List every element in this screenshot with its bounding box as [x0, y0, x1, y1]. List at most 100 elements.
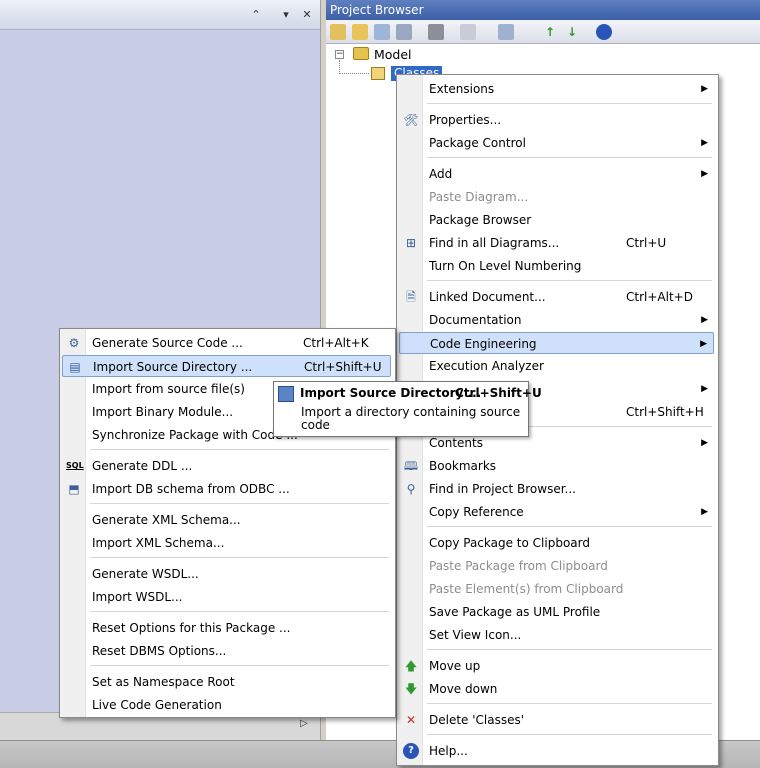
find-diagrams-icon: ⊞	[405, 236, 417, 250]
menu-item-label: Import Source Directory ...	[93, 360, 253, 374]
play-icon[interactable]: ▷	[300, 718, 308, 729]
tooltip-description: Import a directory containing source cod…	[301, 405, 521, 432]
menu-item-label: Set as Namespace Root	[92, 675, 235, 689]
menu-item-label: Code Engineering	[430, 337, 537, 351]
binoculars-icon: ⚲	[406, 482, 416, 496]
submenu-arrow-icon: ▶	[700, 339, 707, 349]
menu-item-label: Documentation	[429, 313, 522, 327]
menu-item-label: Set View Icon...	[429, 628, 522, 642]
menu-item-shortcut: Ctrl+Shift+H	[626, 405, 704, 419]
menu-item-move-down[interactable]: 🡇 Move down	[399, 678, 714, 700]
submenu-arrow-icon: ▶	[701, 315, 708, 325]
menu-item-shortcut: Ctrl+Alt+D	[626, 290, 693, 304]
close-icon[interactable]: ✕	[300, 8, 314, 22]
menu-item-generate-wsdl[interactable]: Generate WSDL...	[62, 563, 391, 585]
menu-item-code-engineering[interactable]: Code Engineering ▶	[399, 332, 714, 354]
menu-separator	[427, 649, 712, 650]
tree-line	[339, 73, 369, 74]
menu-item-execution-analyzer[interactable]: Execution Analyzer	[399, 355, 714, 377]
menu-item-label: Import Binary Module...	[92, 405, 234, 419]
collapse-icon[interactable]: ⌃	[249, 8, 263, 22]
menu-item-set-view-icon[interactable]: Set View Icon...	[399, 624, 714, 646]
menu-separator	[90, 611, 389, 612]
tree-node-model[interactable]: Model	[374, 47, 412, 62]
tree-line	[339, 60, 340, 74]
menu-item-label: Paste Diagram...	[429, 190, 529, 204]
menu-item-add[interactable]: Add ▶	[399, 163, 714, 185]
submenu-arrow-icon: ▶	[701, 438, 708, 448]
linked-document-icon: 🗎	[406, 290, 416, 304]
menu-item-properties[interactable]: 🛠 Properties...	[399, 109, 714, 131]
bookmarks-icon: 🕮	[403, 459, 419, 473]
down-arrow-icon: 🡇	[404, 682, 418, 696]
menu-item-import-wsdl[interactable]: Import WSDL...	[62, 586, 391, 608]
menu-item-label: Import XML Schema...	[92, 536, 225, 550]
menu-item-reset-dbms-options[interactable]: Reset DBMS Options...	[62, 640, 391, 662]
sql-icon: SQL	[66, 461, 84, 470]
submenu-arrow-icon: ▶	[701, 138, 708, 148]
menu-item-turn-on-level-numbering[interactable]: Turn On Level Numbering	[399, 255, 714, 277]
menu-item-import-source-directory[interactable]: ▤ Import Source Directory ... Ctrl+Shift+U	[62, 355, 391, 377]
help-icon: ?	[403, 743, 419, 759]
menu-item-bookmarks[interactable]: 🕮 Bookmarks	[399, 455, 714, 477]
menu-item-label: Find in Project Browser...	[429, 482, 576, 496]
menu-item-label: Package Browser	[429, 213, 532, 227]
generate-code-icon: ⚙	[68, 336, 80, 350]
menu-item-delete-classes[interactable]: ✕ Delete 'Classes'	[399, 709, 714, 731]
tooltip-shortcut: Ctrl+Shift+U	[455, 386, 542, 400]
menu-item-label: Extensions	[429, 82, 495, 96]
menu-item-label: Generate Source Code ...	[92, 336, 243, 350]
properties-icon: 🛠	[403, 113, 419, 127]
menu-item-paste-element-s-from-clipboard: Paste Element(s) from Clipboard	[399, 578, 714, 600]
menu-separator	[427, 703, 712, 704]
package-icon	[371, 67, 385, 80]
menu-item-help[interactable]: ? Help...	[399, 740, 714, 762]
tooltip: Import Source Directory ... Ctrl+Shift+U…	[273, 381, 542, 437]
menu-item-label: Turn On Level Numbering	[429, 259, 582, 273]
menu-item-generate-xml-schema[interactable]: Generate XML Schema...	[62, 509, 391, 531]
menu-item-label: Copy Package to Clipboard	[429, 536, 590, 550]
menu-item-import-db-schema-from-odbc[interactable]: ⬒ Import DB schema from ODBC ...	[62, 478, 391, 500]
tree-expander[interactable]: −	[335, 50, 344, 59]
menu-item-set-as-namespace-root[interactable]: Set as Namespace Root	[62, 671, 391, 693]
dropdown-icon[interactable]: ▾	[279, 8, 293, 22]
menu-item-reset-options-for-this-package[interactable]: Reset Options for this Package ...	[62, 617, 391, 639]
menu-item-label: Reset Options for this Package ...	[92, 621, 291, 635]
menu-item-label: Import WSDL...	[92, 590, 183, 604]
menu-item-import-xml-schema[interactable]: Import XML Schema...	[62, 532, 391, 554]
menu-item-package-control[interactable]: Package Control ▶	[399, 132, 714, 154]
menu-item-label: Execution Analyzer	[429, 359, 544, 373]
db-import-icon: ⬒	[68, 482, 80, 496]
menu-item-find-in-all-diagrams[interactable]: ⊞ Find in all Diagrams... Ctrl+U	[399, 232, 714, 254]
submenu-arrow-icon: ▶	[701, 169, 708, 179]
menu-item-label: Reset DBMS Options...	[92, 644, 227, 658]
menu-item-label: Generate XML Schema...	[92, 513, 241, 527]
menu-item-label: Import DB schema from ODBC ...	[92, 482, 290, 496]
menu-item-find-in-project-browser[interactable]: ⚲ Find in Project Browser...	[399, 478, 714, 500]
menu-item-live-code-generation[interactable]: Live Code Generation	[62, 694, 391, 716]
menu-item-copy-reference[interactable]: Copy Reference ▶	[399, 501, 714, 523]
menu-item-linked-document[interactable]: 🗎 Linked Document... Ctrl+Alt+D	[399, 286, 714, 308]
menu-item-move-up[interactable]: 🡅 Move up	[399, 655, 714, 677]
menu-separator	[427, 103, 712, 104]
menu-item-label: Paste Package from Clipboard	[429, 559, 608, 573]
delete-icon: ✕	[405, 713, 417, 727]
menu-separator	[90, 557, 389, 558]
menu-item-extensions[interactable]: Extensions ▶	[399, 78, 714, 100]
menu-item-label: Linked Document...	[429, 290, 546, 304]
menu-item-documentation[interactable]: Documentation ▶	[399, 309, 714, 331]
menu-item-save-package-as-uml-profile[interactable]: Save Package as UML Profile	[399, 601, 714, 623]
menu-item-generate-ddl[interactable]: SQL Generate DDL ...	[62, 455, 391, 477]
import-directory-icon	[278, 386, 294, 402]
menu-item-label: Help...	[429, 744, 468, 758]
menu-item-label: Synchronize Package with Code ...	[92, 428, 298, 442]
menu-item-copy-package-to-clipboard[interactable]: Copy Package to Clipboard	[399, 532, 714, 554]
menu-item-label: Add	[429, 167, 453, 181]
left-toolbar: ⌃ ▾ ✕	[0, 0, 320, 30]
menu-item-shortcut: Ctrl+U	[626, 236, 667, 250]
menu-item-label: Import from source file(s)	[92, 382, 245, 396]
menu-item-label: Live Code Generation	[92, 698, 222, 712]
menu-item-package-browser[interactable]: Package Browser	[399, 209, 714, 231]
menu-item-generate-source-code[interactable]: ⚙ Generate Source Code ... Ctrl+Alt+K	[62, 332, 391, 354]
menu-item-label: Move up	[429, 659, 481, 673]
